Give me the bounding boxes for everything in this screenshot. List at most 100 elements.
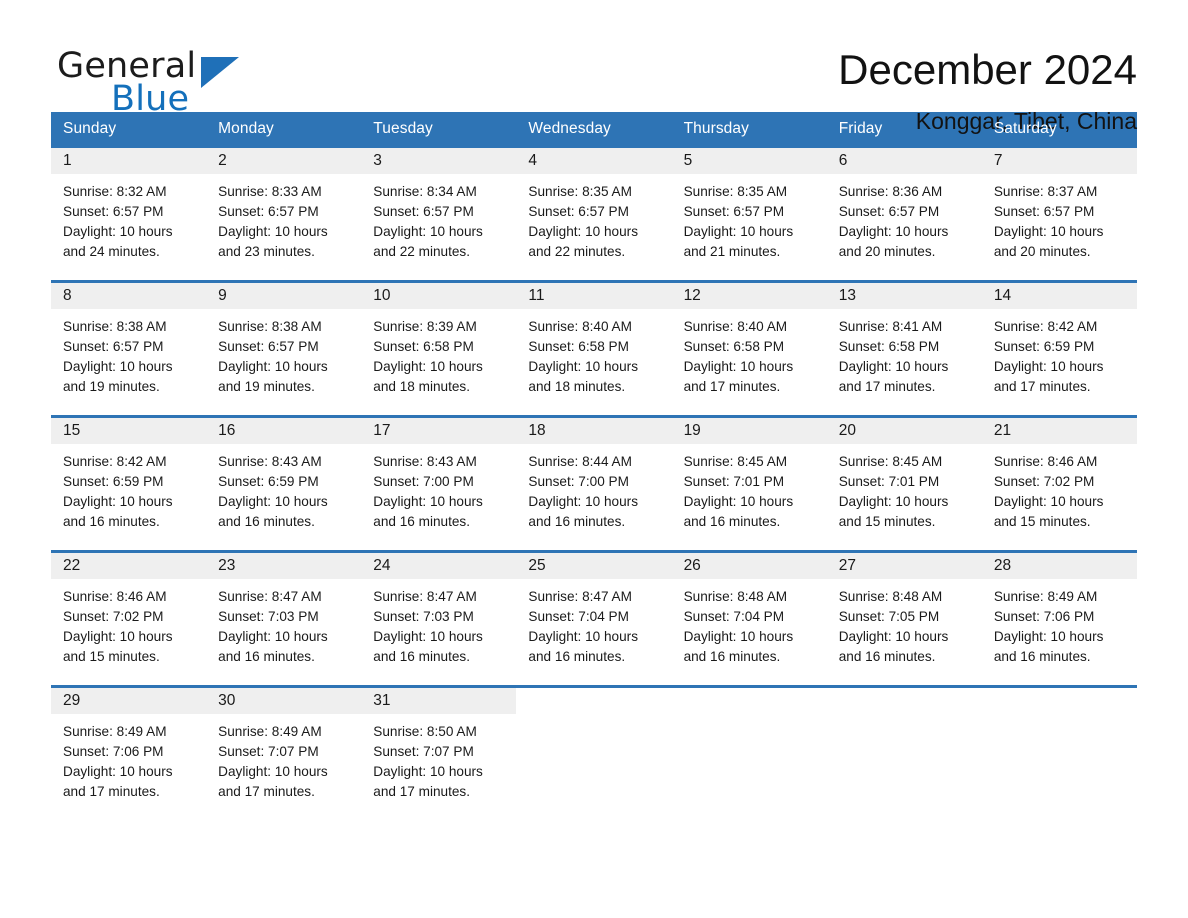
calendar-day-cell[interactable]: 1 Sunrise: 8:32 AM Sunset: 6:57 PM Daylight… xyxy=(51,148,207,272)
day-number: 20 xyxy=(838,422,856,439)
calendar-day-cell[interactable]: 9 Sunrise: 8:38 AM Sunset: 6:57 PM Daylight… xyxy=(206,283,362,407)
sunset-time: Sunset: 7:06 PM xyxy=(63,744,164,759)
calendar-day-cell[interactable]: 4 Sunrise: 8:35 AM Sunset: 6:57 PM Daylight… xyxy=(516,148,672,272)
calendar-day-cell[interactable]: 12 Sunrise: 8:40 AM Sunset: 6:58 PM Dayligh… xyxy=(671,283,827,407)
calendar-day-cell-empty xyxy=(827,688,982,812)
calendar-day-cell[interactable]: 18 Sunrise: 8:44 AM Sunset: 7:00 PM Dayligh… xyxy=(516,418,672,542)
sunset-time: Sunset: 6:57 PM xyxy=(993,204,1095,219)
calendar-day-cell[interactable]: 19 Sunrise: 8:45 AM Sunset: 7:01 PM Dayligh… xyxy=(671,418,827,542)
sunset-time: Sunset: 7:03 PM xyxy=(373,609,474,624)
day-number: 23 xyxy=(218,557,236,574)
calendar-day-cell[interactable]: 23 Sunrise: 8:47 AM Sunset: 7:03 PM Dayligh… xyxy=(206,553,362,677)
day-number-band: 22 xyxy=(51,553,207,579)
day-number: 3 xyxy=(373,152,382,169)
calendar-day-cell-empty xyxy=(982,688,1137,812)
daylight-duration-line2: and 19 minutes. xyxy=(218,379,315,394)
day-number: 4 xyxy=(528,152,538,169)
sunset-time: Sunset: 7:01 PM xyxy=(838,474,940,489)
daylight-duration-line1: Daylight: 10 hours xyxy=(683,224,794,239)
sunrise-time: Sunrise: 8:44 AM xyxy=(528,454,632,469)
calendar-day-cell[interactable]: 25 Sunrise: 8:47 AM Sunset: 7:04 PM Dayligh… xyxy=(516,553,672,677)
sunrise-time: Sunrise: 8:47 AM xyxy=(373,589,477,604)
daylight-duration-line2: and 16 minutes. xyxy=(63,514,160,529)
day-number-band: 1 xyxy=(51,148,207,174)
calendar-day-cell[interactable]: 17 Sunrise: 8:43 AM Sunset: 7:00 PM Dayligh… xyxy=(361,418,517,542)
day-number: 31 xyxy=(373,692,391,709)
day-sun-info: Sunrise: 8:44 AM Sunset: 7:00 PM Daylight:… xyxy=(516,444,671,532)
daylight-duration-line2: and 16 minutes. xyxy=(683,514,781,529)
calendar-day-cell[interactable]: 11 Sunrise: 8:40 AM Sunset: 6:58 PM Dayligh… xyxy=(516,283,672,407)
calendar-day-cell[interactable]: 14 Sunrise: 8:42 AM Sunset: 6:59 PM Dayligh… xyxy=(981,283,1137,407)
day-number: 29 xyxy=(63,692,81,709)
daylight-duration-line2: and 24 minutes. xyxy=(63,244,160,259)
page-header: General Blue December 2024 Konggar, Tibe… xyxy=(0,0,1188,134)
day-number: 2 xyxy=(218,152,227,169)
calendar-day-cell[interactable]: 10 Sunrise: 8:39 AM Sunset: 6:58 PM Dayligh… xyxy=(361,283,517,407)
calendar-day-cell[interactable]: 31 Sunrise: 8:50 AM Sunset: 7:07 PM Dayligh… xyxy=(361,688,517,812)
sunset-time: Sunset: 6:59 PM xyxy=(218,474,319,489)
calendar-day-cell[interactable]: 7 Sunrise: 8:37 AM Sunset: 6:57 PM Daylight… xyxy=(981,148,1137,272)
sunrise-time: Sunrise: 8:50 AM xyxy=(373,724,477,739)
calendar-day-cell[interactable]: 21 Sunrise: 8:46 AM Sunset: 7:02 PM Dayligh… xyxy=(981,418,1137,542)
sunset-time: Sunset: 6:58 PM xyxy=(373,339,474,354)
calendar-day-cell[interactable]: 28 Sunrise: 8:49 AM Sunset: 7:06 PM Dayligh… xyxy=(981,553,1137,677)
day-sun-info: Sunrise: 8:43 AM Sunset: 7:00 PM Daylight:… xyxy=(361,444,516,532)
generalblue-logo[interactable]: General Blue xyxy=(51,44,281,119)
daylight-duration-line1: Daylight: 10 hours xyxy=(63,224,173,239)
day-number-band xyxy=(982,688,1137,714)
day-sun-info: Sunrise: 8:46 AM Sunset: 7:02 PM Daylight:… xyxy=(982,444,1137,532)
day-number-band: 17 xyxy=(361,418,517,444)
daylight-duration-line1: Daylight: 10 hours xyxy=(373,764,483,779)
day-number: 9 xyxy=(218,287,227,304)
day-number-band: 4 xyxy=(516,148,672,174)
day-number-band: 3 xyxy=(361,148,517,174)
calendar-day-cell[interactable]: 29 Sunrise: 8:49 AM Sunset: 7:06 PM Dayligh… xyxy=(51,688,207,812)
daylight-duration-line1: Daylight: 10 hours xyxy=(993,494,1104,509)
day-number-band xyxy=(516,688,671,714)
sunrise-time: Sunrise: 8:35 AM xyxy=(683,184,788,199)
daylight-duration-line1: Daylight: 10 hours xyxy=(373,224,483,239)
day-sun-info: Sunrise: 8:50 AM Sunset: 7:07 PM Daylight:… xyxy=(361,714,516,802)
calendar-day-cell[interactable]: 6 Sunrise: 8:36 AM Sunset: 6:57 PM Daylight… xyxy=(826,148,982,272)
day-number-band: 16 xyxy=(206,418,362,444)
calendar-day-cell[interactable]: 24 Sunrise: 8:47 AM Sunset: 7:03 PM Dayligh… xyxy=(361,553,517,677)
calendar-day-cell[interactable]: 15 Sunrise: 8:42 AM Sunset: 6:59 PM Dayligh… xyxy=(51,418,207,542)
day-sun-info: Sunrise: 8:48 AM Sunset: 7:05 PM Daylight:… xyxy=(827,579,982,667)
day-sun-info: Sunrise: 8:49 AM Sunset: 7:07 PM Daylight:… xyxy=(206,714,361,802)
calendar-day-cell[interactable]: 16 Sunrise: 8:43 AM Sunset: 6:59 PM Dayligh… xyxy=(206,418,362,542)
day-sun-info: Sunrise: 8:40 AM Sunset: 6:58 PM Daylight:… xyxy=(672,309,827,397)
calendar-day-cell[interactable]: 30 Sunrise: 8:49 AM Sunset: 7:07 PM Dayligh… xyxy=(206,688,362,812)
sunrise-time: Sunrise: 8:49 AM xyxy=(63,724,167,739)
calendar-day-cell[interactable]: 22 Sunrise: 8:46 AM Sunset: 7:02 PM Dayligh… xyxy=(51,553,207,677)
sunset-time: Sunset: 7:00 PM xyxy=(528,474,629,489)
weekday-header-tuesday: Tuesday xyxy=(373,120,433,137)
sunset-time: Sunset: 6:58 PM xyxy=(838,339,940,354)
calendar-day-cell[interactable]: 5 Sunrise: 8:35 AM Sunset: 6:57 PM Daylight… xyxy=(671,148,827,272)
sunrise-time: Sunrise: 8:47 AM xyxy=(218,589,322,604)
daylight-duration-line2: and 18 minutes. xyxy=(373,379,471,394)
day-sun-info: Sunrise: 8:45 AM Sunset: 7:01 PM Daylight:… xyxy=(827,444,982,532)
calendar-day-cell[interactable]: 8 Sunrise: 8:38 AM Sunset: 6:57 PM Daylight… xyxy=(51,283,207,407)
calendar-day-cell[interactable]: 3 Sunrise: 8:34 AM Sunset: 6:57 PM Daylight… xyxy=(361,148,517,272)
calendar-day-cell[interactable]: 2 Sunrise: 8:33 AM Sunset: 6:57 PM Daylight… xyxy=(206,148,362,272)
calendar-page: General Blue December 2024 Konggar, Tibe… xyxy=(0,0,1188,918)
daylight-duration-line1: Daylight: 10 hours xyxy=(683,359,794,374)
daylight-duration-line1: Daylight: 10 hours xyxy=(528,629,638,644)
day-sun-info: Sunrise: 8:49 AM Sunset: 7:06 PM Daylight:… xyxy=(982,579,1137,667)
calendar-day-cell[interactable]: 20 Sunrise: 8:45 AM Sunset: 7:01 PM Dayligh… xyxy=(826,418,982,542)
day-number-band: 29 xyxy=(51,688,207,714)
calendar-day-cell[interactable]: 26 Sunrise: 8:48 AM Sunset: 7:04 PM Dayligh… xyxy=(671,553,827,677)
calendar-day-cell[interactable]: 27 Sunrise: 8:48 AM Sunset: 7:05 PM Dayligh… xyxy=(826,553,982,677)
day-number-band xyxy=(672,688,827,714)
sunset-time: Sunset: 6:57 PM xyxy=(218,204,319,219)
daylight-duration-line1: Daylight: 10 hours xyxy=(218,359,328,374)
calendar-day-cell-empty xyxy=(516,688,671,812)
daylight-duration-line2: and 17 minutes. xyxy=(63,784,160,799)
sunset-time: Sunset: 6:57 PM xyxy=(63,204,164,219)
sunrise-time: Sunrise: 8:35 AM xyxy=(528,184,632,199)
sunset-time: Sunset: 6:57 PM xyxy=(838,204,940,219)
calendar-day-cell[interactable]: 13 Sunrise: 8:41 AM Sunset: 6:58 PM Dayligh… xyxy=(826,283,982,407)
sunset-time: Sunset: 6:57 PM xyxy=(373,204,474,219)
day-sun-info: Sunrise: 8:43 AM Sunset: 6:59 PM Daylight:… xyxy=(206,444,361,532)
day-number-band: 11 xyxy=(516,283,672,309)
